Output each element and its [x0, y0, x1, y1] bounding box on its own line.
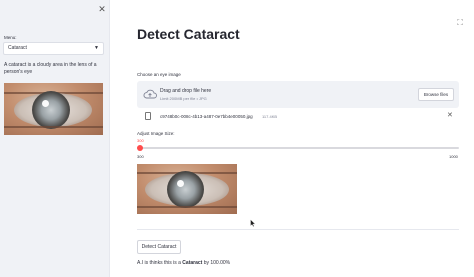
result-prefix: A.I is thinks this is a: [137, 260, 183, 266]
file-icon: [145, 112, 151, 120]
dropzone-limit: Limit 200MB per file • JPG: [160, 96, 207, 101]
cataract-description: A cataract is a cloudy area in the lens …: [4, 62, 97, 75]
sidebar: ✕ Menu: Cataract ▼ A cataract is a cloud…: [0, 0, 110, 277]
sidebar-close-icon[interactable]: ✕: [97, 4, 107, 14]
slider-value: 300: [137, 138, 144, 143]
cloud-upload-icon: [143, 89, 157, 99]
result-label: Cataract: [182, 260, 203, 266]
dropzone-text: Drag and drop file here: [160, 88, 212, 94]
mouse-cursor-icon: [250, 219, 256, 227]
uploaded-file-size: 117.4KB: [262, 114, 278, 119]
divider: [137, 229, 459, 230]
menu-selected-value: Cataract: [8, 45, 27, 51]
slider-max: 1000: [449, 154, 458, 159]
detect-cataract-button[interactable]: Detect Cataract: [137, 240, 181, 254]
uploader-label: Choose an eye image: [137, 72, 181, 77]
slider-min: 300: [137, 154, 144, 159]
file-dropzone[interactable]: Drag and drop file here Limit 200MB per …: [137, 81, 459, 108]
chevron-down-icon: ▼: [94, 45, 99, 51]
page-title: Detect Cataract: [137, 26, 240, 42]
prediction-result: A.I is thinks this is a Cataract by 100.…: [137, 260, 230, 266]
browse-files-button[interactable]: Browse files: [418, 88, 454, 101]
result-suffix: by 100.00%: [202, 260, 231, 266]
uploaded-file-name: c9748b0c-008c-4b13-a487-0e7bb4e00050.jpg: [160, 114, 253, 119]
slider-thumb[interactable]: [137, 145, 143, 151]
remove-file-icon[interactable]: ✕: [447, 112, 453, 120]
menu-label: Menu:: [4, 35, 17, 40]
app-window: ✕ Menu: Cataract ▼ A cataract is a cloud…: [0, 0, 474, 277]
image-size-slider[interactable]: [137, 147, 459, 149]
uploaded-eye-image: [137, 164, 237, 214]
slider-label: Adjust Image Size:: [137, 131, 175, 136]
menu-select[interactable]: Cataract ▼: [3, 42, 104, 55]
fullscreen-icon[interactable]: ⛶: [455, 18, 465, 28]
sidebar-eye-image: [4, 83, 103, 135]
